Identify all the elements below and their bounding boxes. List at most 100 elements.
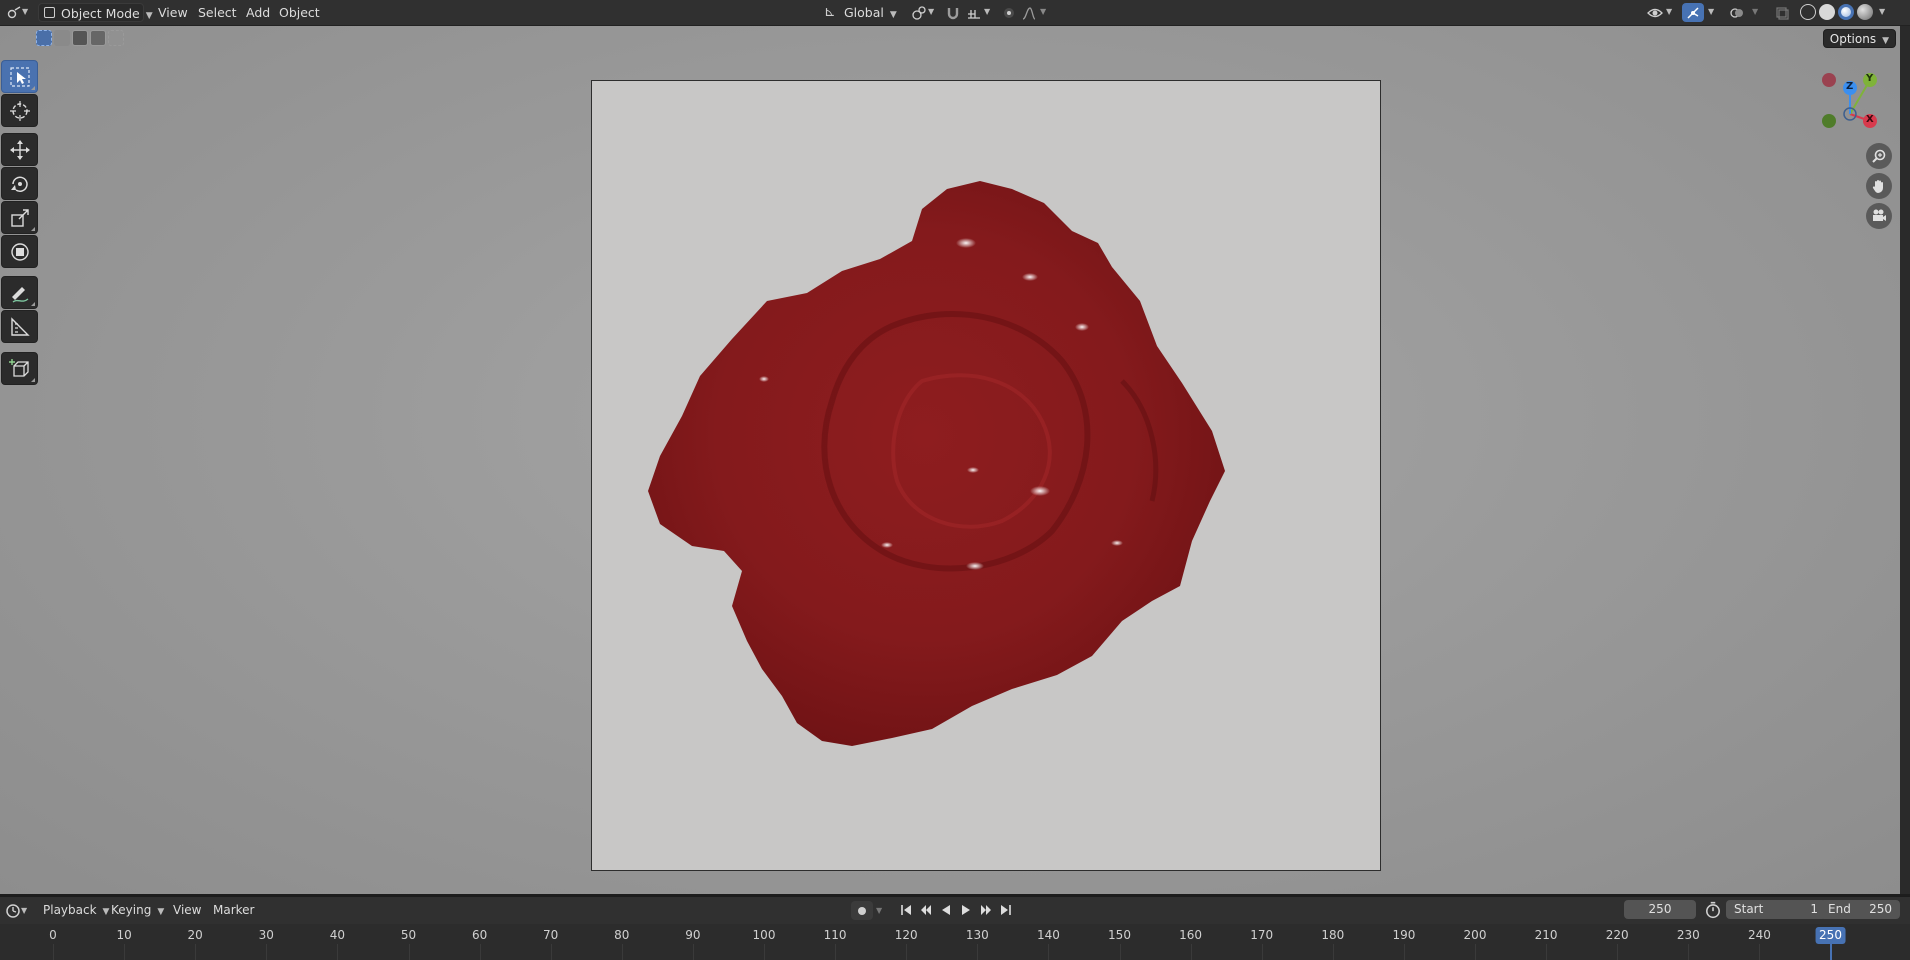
ruler-tick-line — [692, 944, 694, 960]
ruler-tick-line — [1048, 944, 1050, 960]
ruler-tick-line — [1475, 944, 1476, 960]
menu-marker[interactable]: Marker — [208, 902, 259, 919]
ruler-tick-label: 160 — [1179, 928, 1203, 942]
selection-mode-group — [36, 30, 124, 46]
menu-keying[interactable]: Keying ▼ — [106, 902, 169, 919]
tool-rotate[interactable] — [1, 167, 38, 200]
playhead-label[interactable]: 250 — [1815, 927, 1846, 944]
menu-add[interactable]: Add — [240, 3, 276, 22]
xray-toggle[interactable] — [1771, 3, 1793, 22]
tool-select-box[interactable] — [1, 60, 38, 93]
chevron-down-icon: ▼ — [157, 907, 165, 917]
prev-keyframe-icon — [921, 905, 931, 915]
current-frame-field[interactable]: 250 — [1624, 900, 1696, 919]
zoom-button[interactable] — [1866, 143, 1892, 169]
visibility-button[interactable] — [1644, 3, 1666, 22]
chevron-down-icon: ▼ — [21, 906, 28, 915]
material-preview-button[interactable] — [1838, 4, 1854, 20]
ruler-tick-label: 170 — [1250, 928, 1274, 942]
ruler-tick-label: 100 — [752, 928, 776, 942]
pivot-point-button[interactable] — [908, 3, 930, 22]
ruler-tick-label: 230 — [1676, 928, 1700, 942]
tool-transform[interactable] — [1, 235, 38, 268]
menu-keying-label: Keying — [111, 903, 152, 917]
tool-annotate[interactable] — [1, 276, 38, 309]
play-reverse-button[interactable] — [937, 902, 955, 918]
mode-dropdown[interactable]: Object Mode ▼ — [38, 3, 153, 22]
menu-select[interactable]: Select — [192, 3, 243, 22]
select-extend-icon[interactable] — [54, 30, 70, 46]
pan-button[interactable] — [1866, 173, 1892, 199]
select-box-icon — [9, 66, 30, 87]
3d-viewport[interactable] — [0, 26, 1900, 894]
navigation-gizmo[interactable]: X Y Z — [1808, 66, 1888, 136]
ruler-tick-label: 60 — [471, 928, 488, 942]
falloff-button[interactable] — [1018, 3, 1040, 22]
snap-target-button[interactable] — [963, 3, 985, 22]
gizmo-toggle[interactable] — [1682, 3, 1704, 22]
ruler-tick-label: 150 — [1108, 928, 1131, 942]
blob-highlight — [956, 238, 976, 248]
ruler-tick-line — [764, 944, 765, 960]
ruler-tick-line — [1261, 944, 1263, 960]
timeline-ruler[interactable]: 0 10 20 30 40 50 60 70 80 90 100 110 120 130 140 150 160… — [0, 924, 1910, 960]
menu-view[interactable]: View — [152, 3, 194, 22]
jump-keyframe-forward-button[interactable] — [977, 902, 995, 918]
ruler-tick-line — [53, 944, 54, 960]
select-intersect-icon[interactable] — [108, 30, 124, 46]
jump-keyframe-back-button[interactable] — [917, 902, 935, 918]
menu-timeline-view[interactable]: View — [168, 902, 206, 919]
stopwatch-icon — [1706, 901, 1720, 919]
end-frame-field[interactable]: End 250 — [1820, 900, 1900, 919]
solid-shading-button[interactable] — [1819, 4, 1835, 20]
tool-cursor[interactable] — [1, 94, 38, 127]
play-button[interactable] — [957, 902, 975, 918]
menu-playback[interactable]: Playback ▼ — [38, 902, 114, 919]
camera-view-button[interactable] — [1866, 203, 1892, 229]
playhead-line[interactable] — [1829, 944, 1832, 960]
orientation-dropdown[interactable]: ⊾ Global ▼ — [820, 3, 898, 22]
preview-range-toggle[interactable] — [1704, 901, 1722, 919]
end-label: End — [1828, 902, 1851, 916]
select-new-icon[interactable] — [36, 30, 52, 46]
ruler-tick-label: 130 — [965, 928, 989, 942]
tool-measure[interactable] — [1, 310, 38, 343]
xray-icon — [1776, 6, 1789, 20]
ruler-tick-label: 90 — [685, 928, 701, 942]
tool-scale[interactable] — [1, 201, 38, 234]
ruler-tick-line — [977, 944, 979, 960]
pivot-point-icon — [912, 5, 926, 20]
transform-icon — [10, 242, 29, 261]
ruler-tick-line — [1617, 944, 1619, 960]
orientation-label: Global — [844, 5, 884, 20]
chevron-down-icon: ▼ — [1879, 7, 1886, 16]
overlays-toggle[interactable] — [1726, 3, 1748, 22]
ruler-tick-label: 20 — [187, 928, 203, 942]
wireframe-shading-button[interactable] — [1800, 4, 1816, 20]
start-frame-field[interactable]: Start 1 — [1726, 900, 1826, 919]
jump-to-end-button[interactable] — [997, 902, 1015, 918]
chevron-down-icon: ▼ — [1666, 7, 1673, 16]
blob-highlight — [1075, 323, 1089, 331]
snap-toggle[interactable] — [942, 3, 964, 22]
viewport-scrollbar[interactable] — [1900, 26, 1910, 894]
proportional-edit-icon — [1004, 7, 1014, 18]
editor-type-icon — [7, 5, 21, 18]
auto-keying-toggle[interactable] — [851, 901, 873, 920]
ruler-tick-line — [550, 944, 552, 960]
ruler-tick-label: 180 — [1321, 928, 1345, 942]
red-blob-object[interactable] — [592, 81, 1381, 871]
record-icon — [858, 906, 866, 915]
select-invert-icon[interactable] — [90, 30, 106, 46]
tool-add-cube[interactable] — [1, 352, 38, 385]
menu-playback-label: Playback — [43, 903, 97, 917]
start-value: 1 — [1810, 902, 1818, 916]
select-subtract-icon[interactable] — [72, 30, 88, 46]
menu-object[interactable]: Object — [273, 3, 326, 22]
rendered-shading-button[interactable] — [1857, 4, 1873, 20]
proportional-edit-toggle[interactable] — [998, 3, 1020, 22]
axis-y-label: Y — [1866, 73, 1874, 84]
options-dropdown[interactable]: Options ▼ — [1822, 29, 1896, 48]
tool-move[interactable] — [1, 133, 38, 166]
jump-to-start-button[interactable] — [897, 902, 915, 918]
